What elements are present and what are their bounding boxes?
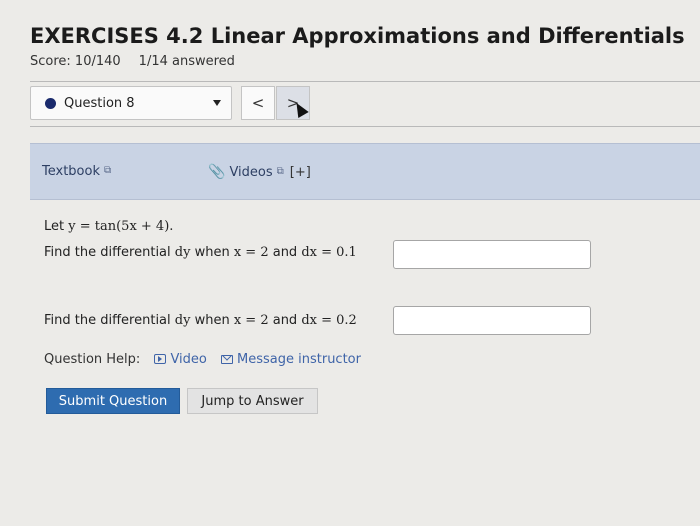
video-icon — [154, 354, 167, 364]
chevron-down-icon — [213, 100, 221, 106]
question-part-2: Find the differential dy when x = 2 and … — [44, 313, 357, 328]
page-title: EXERCISES 4.2 Linear Approximations and … — [30, 24, 685, 48]
score-text: Score: 10/140 — [30, 54, 121, 69]
message-instructor-link[interactable]: Message instructor — [221, 352, 361, 367]
jump-to-answer-button[interactable]: Jump to Answer — [187, 388, 318, 414]
external-link-icon: ⧉ — [276, 166, 284, 177]
question-help-label: Question Help: — [44, 352, 141, 367]
question-help: Question Help: Video Message instructor — [44, 352, 361, 367]
help-video-link[interactable]: Video — [154, 352, 207, 367]
videos-link[interactable]: 📎 Videos ⧉ [+] — [208, 164, 311, 180]
score-line: Score: 10/140 1/14 answered — [30, 54, 235, 69]
next-question-button[interactable]: > — [276, 86, 310, 120]
question-part-1: Find the differential dy when x = 2 and … — [44, 245, 357, 260]
divider-top — [30, 81, 700, 82]
external-link-icon: ⧉ — [103, 165, 112, 176]
question-select-value: Question 8 — [64, 96, 135, 111]
textbook-link[interactable]: Textbook ⧉ — [42, 164, 111, 179]
question-status-dot — [45, 98, 56, 109]
help-resources-panel: Textbook ⧉ 📎 Videos ⧉ [+] — [30, 143, 700, 200]
submit-question-button[interactable]: Submit Question — [46, 388, 180, 414]
expand-videos-toggle[interactable]: [+] — [290, 165, 311, 180]
divider-bottom — [30, 126, 700, 127]
answered-count: 1/14 answered — [138, 54, 235, 69]
function-expression: y = tan(5x + 4). — [68, 219, 174, 234]
previous-question-button[interactable]: < — [241, 86, 275, 120]
mail-icon — [221, 355, 234, 364]
question-select[interactable]: Question 8 — [30, 86, 232, 120]
paperclip-icon: 📎 — [208, 164, 226, 180]
answer-input-2[interactable] — [393, 306, 591, 335]
answer-input-1[interactable] — [393, 240, 591, 269]
problem-intro: Let y = tan(5x + 4). — [44, 219, 174, 234]
